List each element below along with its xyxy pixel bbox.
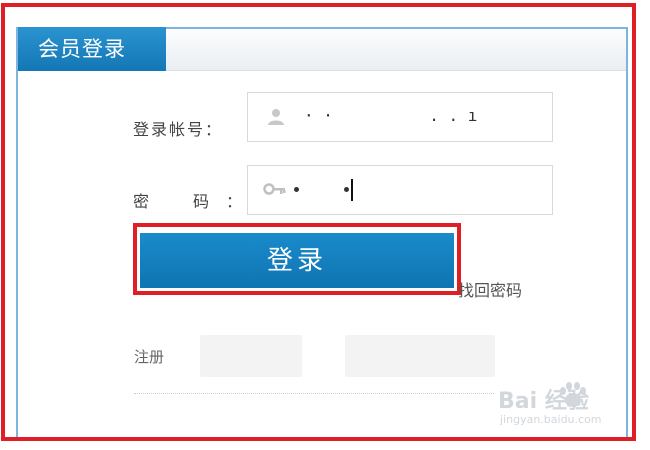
key-icon — [263, 183, 286, 195]
panel-header: 会员登录 — [18, 27, 626, 71]
account-value: · · . . ı — [304, 106, 478, 125]
social-login-button[interactable] — [345, 335, 495, 377]
account-input[interactable]: · · . . ı — [247, 92, 553, 142]
watermark-url: jingyan.baidu.com — [500, 413, 602, 426]
baidu-jingyan-watermark: Bai 经验 jingyan.baidu.com — [498, 382, 628, 433]
password-label-colon: ： — [226, 192, 243, 211]
password-dot — [294, 187, 299, 192]
password-label-char: 码 — [193, 192, 210, 211]
page: 会员登录 登录帐号： · · . . ı 密 码 ： 登录 找回密码 注册 Ba… — [0, 0, 650, 450]
register-label: 注册 — [134, 348, 165, 366]
divider — [134, 393, 494, 394]
text-caret — [351, 179, 353, 201]
user-icon — [268, 109, 284, 125]
social-login-button[interactable] — [200, 335, 302, 377]
account-label: 登录帐号： — [133, 120, 224, 139]
member-login-tab[interactable]: 会员登录 — [18, 27, 166, 71]
password-input[interactable] — [247, 165, 553, 215]
password-dot — [344, 187, 349, 192]
paw-icon — [560, 382, 586, 407]
forgot-password-link[interactable]: 找回密码 — [458, 277, 522, 301]
password-label: 密 — [133, 192, 152, 211]
login-button-highlight — [133, 223, 461, 295]
